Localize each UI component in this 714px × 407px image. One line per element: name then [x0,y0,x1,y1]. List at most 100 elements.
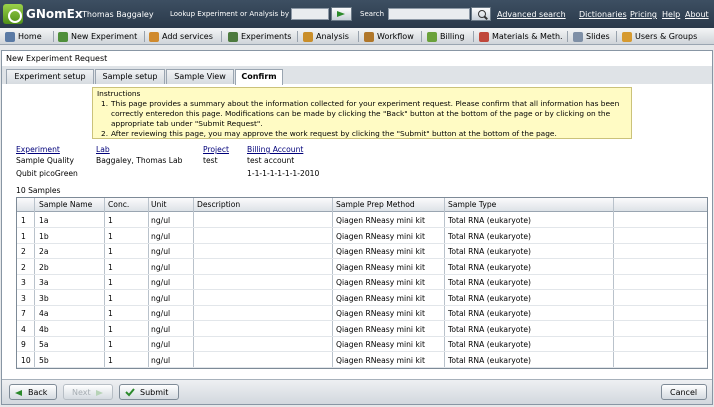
user-name: Thomas Baggaley [82,10,154,19]
samples-grid: Sample Name Conc. Unit Description Sampl… [16,197,708,369]
table-row[interactable]: 7 4a 1 ng/ul Qiagen RNeasy mini kit Total RNA… [17,306,707,321]
sample-count: 10 Samples [16,186,61,195]
cell-concentration: 1 [108,293,113,303]
lookup-label: Lookup Experiment or Analysis by # [170,10,298,18]
col-header[interactable]: Sample Prep Method [336,200,415,209]
cell-unit: ng/ul [151,324,171,334]
cell-concentration: 1 [108,278,113,287]
tab-sample-setup[interactable]: Sample setup [95,69,165,84]
cell-unit: ng/ul [151,216,171,225]
cancel-button[interactable]: Cancel [661,384,707,400]
about-link[interactable]: About [685,10,709,19]
tab-experiment-setup[interactable]: Experiment setup [6,69,94,84]
cell-unit: ng/ul [151,355,171,365]
col-header[interactable]: Sample Name [39,200,92,209]
cell-sample-type: Total RNA (eukaryote) [448,262,531,272]
new-experiment-icon [58,32,68,42]
top-bar: GNomEx Thomas Baggaley Lookup Experiment… [0,0,714,28]
lookup-input[interactable] [291,8,329,20]
lookup-go-button[interactable] [331,7,352,21]
cell-sample-prep-method: Qiagen RNeasy mini kit [336,293,425,303]
col-header[interactable]: Conc. [108,200,129,209]
billing-icon [427,32,437,42]
cell-unit: ng/ul [151,278,171,287]
cell-sample-prep-method: Qiagen RNeasy mini kit [336,309,425,318]
cell-row-number: 3 [21,293,26,303]
search-label: Search [360,10,385,18]
advanced-search-link[interactable]: Advanced search [497,10,566,19]
table-row[interactable]: 2 2b 1 ng/ul Qiagen RNeasy mini kit Total RNA… [17,260,707,275]
table-row[interactable]: 9 5a 1 ng/ul Qiagen RNeasy mini kit Total RNA… [17,337,707,352]
cell-sample-type: Total RNA (eukaryote) [448,278,531,287]
tab-sample-view[interactable]: Sample View [166,69,234,84]
cell-sample-type: Total RNA (eukaryote) [448,247,531,256]
table-row[interactable]: 3 3a 1 ng/ul Qiagen RNeasy mini kit Total RNA… [17,275,707,290]
experiment-header: Experiment [16,145,60,154]
cell-concentration: 1 [108,262,113,272]
cell-sample-type: Total RNA (eukaryote) [448,355,531,365]
materials-icon [479,32,489,42]
col-header[interactable]: Sample Type [448,200,496,209]
tab-confirm[interactable]: Confirm [235,69,283,85]
experiment-value: Sample Quality [16,156,75,165]
cell-concentration: 1 [108,309,113,318]
submit-button[interactable]: Submit [119,384,179,400]
table-row[interactable]: 2 2a 1 ng/ul Qiagen RNeasy mini kit Total RNA… [17,244,707,259]
cell-sample-name: 4a [39,309,49,318]
cell-unit: ng/ul [151,247,171,256]
app-title: GNomEx [26,7,83,21]
cell-sample-name: 5b [39,355,49,365]
back-button[interactable]: Back [9,384,57,400]
cell-sample-prep-method: Qiagen RNeasy mini kit [336,231,425,241]
bottom-toolbar: Back Next Submit Cancel [2,379,712,404]
cell-row-number: 10 [21,355,31,365]
next-button[interactable]: Next [63,384,113,400]
slides-icon [573,32,583,42]
cell-sample-type: Total RNA (eukaryote) [448,216,531,225]
table-row[interactable]: 1 1a 1 ng/ul Qiagen RNeasy mini kit Total RNA… [17,213,707,228]
cell-sample-name: 1b [39,231,49,241]
col-header[interactable]: Description [197,200,240,209]
billing-account-value: test account [247,156,295,165]
search-icon[interactable] [471,7,491,21]
search-input[interactable] [388,8,470,20]
help-link[interactable]: Help [662,10,680,19]
cell-sample-name: 1a [39,216,49,225]
cell-sample-prep-method: Qiagen RNeasy mini kit [336,278,425,287]
table-row[interactable]: 10 5b 1 ng/ul Qiagen RNeasy mini kit Total RN… [17,353,707,368]
arrow-left-icon [15,390,22,396]
cell-sample-type: Total RNA (eukaryote) [448,231,531,241]
experiment-request-window: New Experiment Request Experiment setup … [1,50,713,405]
workflow-icon [364,32,374,42]
users-icon [622,32,632,42]
cell-unit: ng/ul [151,262,171,272]
main-menu: Home New Experiment Add services Experim… [0,28,714,45]
home-icon [5,32,15,42]
add-services-icon [149,32,159,42]
cell-sample-prep-method: Qiagen RNeasy mini kit [336,216,425,225]
cell-sample-type: Total RNA (eukaryote) [448,340,531,349]
cell-concentration: 1 [108,324,113,334]
arrow-right-icon [96,390,103,396]
cell-row-number: 3 [21,278,26,287]
cell-sample-prep-method: Qiagen RNeasy mini kit [336,340,425,349]
billing-account-number: 1-1-1-1-1-1-1-2010 [247,169,320,178]
cell-concentration: 1 [108,216,113,225]
cell-sample-type: Total RNA (eukaryote) [448,309,531,318]
cell-row-number: 1 [21,231,26,241]
cell-sample-prep-method: Qiagen RNeasy mini kit [336,247,425,256]
cell-row-number: 2 [21,262,26,272]
window-title: New Experiment Request [6,54,108,63]
table-row[interactable]: 1 1b 1 ng/ul Qiagen RNeasy mini kit Total RNA… [17,229,707,244]
cell-sample-name: 3b [39,293,49,303]
project-header: Project [203,145,229,154]
table-row[interactable]: 4 4b 1 ng/ul Qiagen RNeasy mini kit Total RNA… [17,322,707,337]
col-header[interactable]: Unit [151,200,166,209]
pricing-link[interactable]: Pricing [630,10,657,19]
cell-unit: ng/ul [151,309,171,318]
cell-sample-name: 3a [39,278,49,287]
table-row[interactable]: 3 3b 1 ng/ul Qiagen RNeasy mini kit Total RNA… [17,291,707,306]
cell-sample-name: 4b [39,324,49,334]
instructions-title: Instructions [97,89,141,98]
dictionaries-link[interactable]: Dictionaries [579,10,627,19]
